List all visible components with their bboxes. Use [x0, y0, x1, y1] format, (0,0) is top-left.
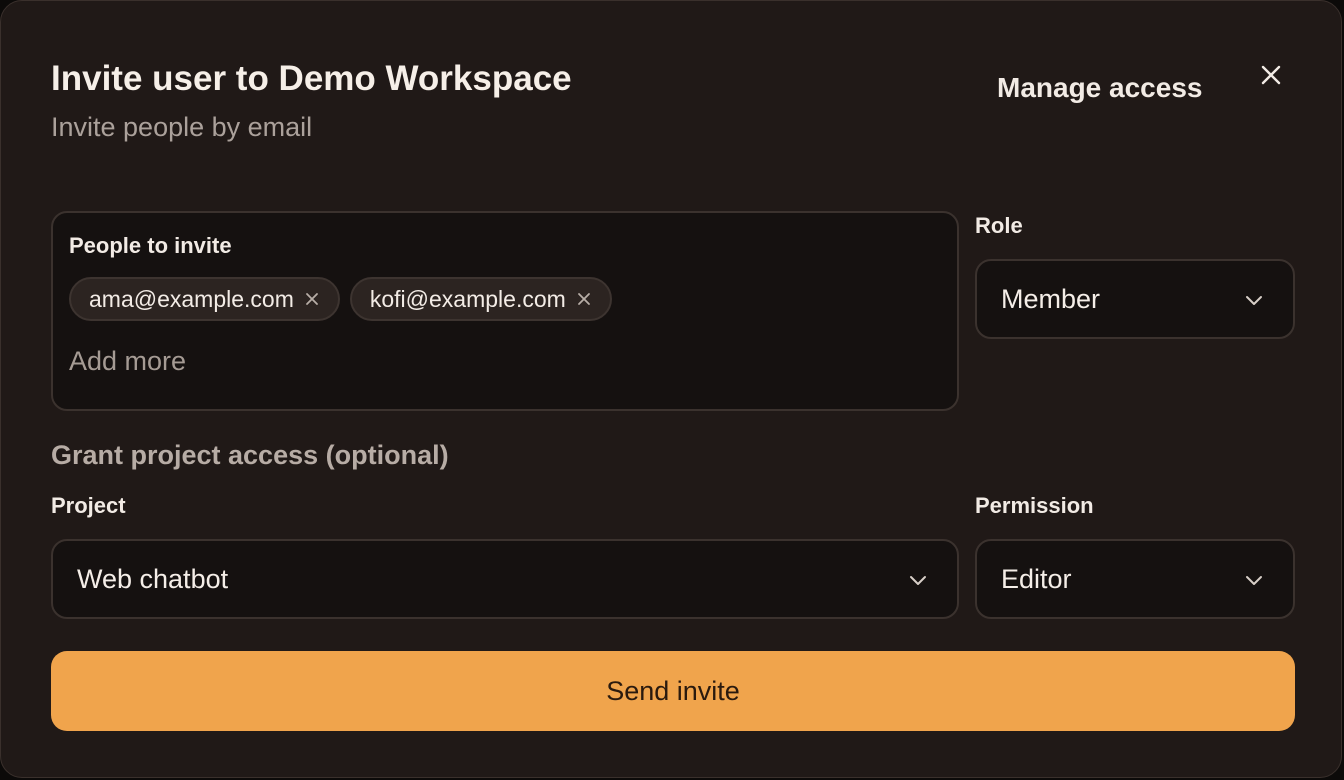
project-label: Project	[51, 493, 126, 518]
role-select[interactable]: Member	[975, 259, 1295, 339]
permission-value: Editor	[1001, 564, 1072, 594]
send-invite-button[interactable]: Send invite	[51, 651, 1295, 731]
close-icon	[577, 293, 590, 305]
permission-select[interactable]: Editor	[975, 539, 1295, 619]
chevron-down-icon	[910, 576, 926, 585]
invite-dialog: Invite user to Demo Workspace Invite peo…	[0, 0, 1342, 778]
close-button[interactable]	[1253, 57, 1289, 93]
send-invite-label: Send invite	[606, 675, 740, 706]
add-more-input[interactable]: Add more	[69, 343, 186, 379]
chevron-down-icon	[1246, 576, 1262, 585]
manage-access-link[interactable]: Manage access	[997, 69, 1202, 107]
email-chip-text: kofi@example.com	[369, 285, 566, 312]
chevron-down-icon	[1246, 296, 1262, 305]
project-select[interactable]: Web chatbot	[51, 539, 959, 619]
role-label: Role	[975, 213, 1023, 238]
email-chip-list: ama@example.com kofi@example.com	[69, 277, 612, 321]
people-to-invite-label: People to invite	[69, 233, 232, 258]
close-icon	[1261, 65, 1281, 85]
project-access-section-title: Grant project access (optional)	[51, 440, 449, 470]
dialog-title: Invite user to Demo Workspace	[51, 59, 572, 98]
people-to-invite-field[interactable]: People to invite ama@example.com kofi@ex…	[51, 211, 959, 411]
remove-chip-button[interactable]	[576, 291, 592, 307]
email-chip: ama@example.com	[69, 277, 340, 321]
dialog-subtitle: Invite people by email	[51, 112, 313, 142]
remove-chip-button[interactable]	[304, 291, 320, 307]
email-chip-text: ama@example.com	[89, 285, 294, 312]
permission-label: Permission	[975, 493, 1094, 518]
project-value: Web chatbot	[77, 564, 229, 594]
role-value: Member	[1001, 284, 1101, 314]
email-chip: kofi@example.com	[349, 277, 612, 321]
close-icon	[305, 293, 318, 305]
